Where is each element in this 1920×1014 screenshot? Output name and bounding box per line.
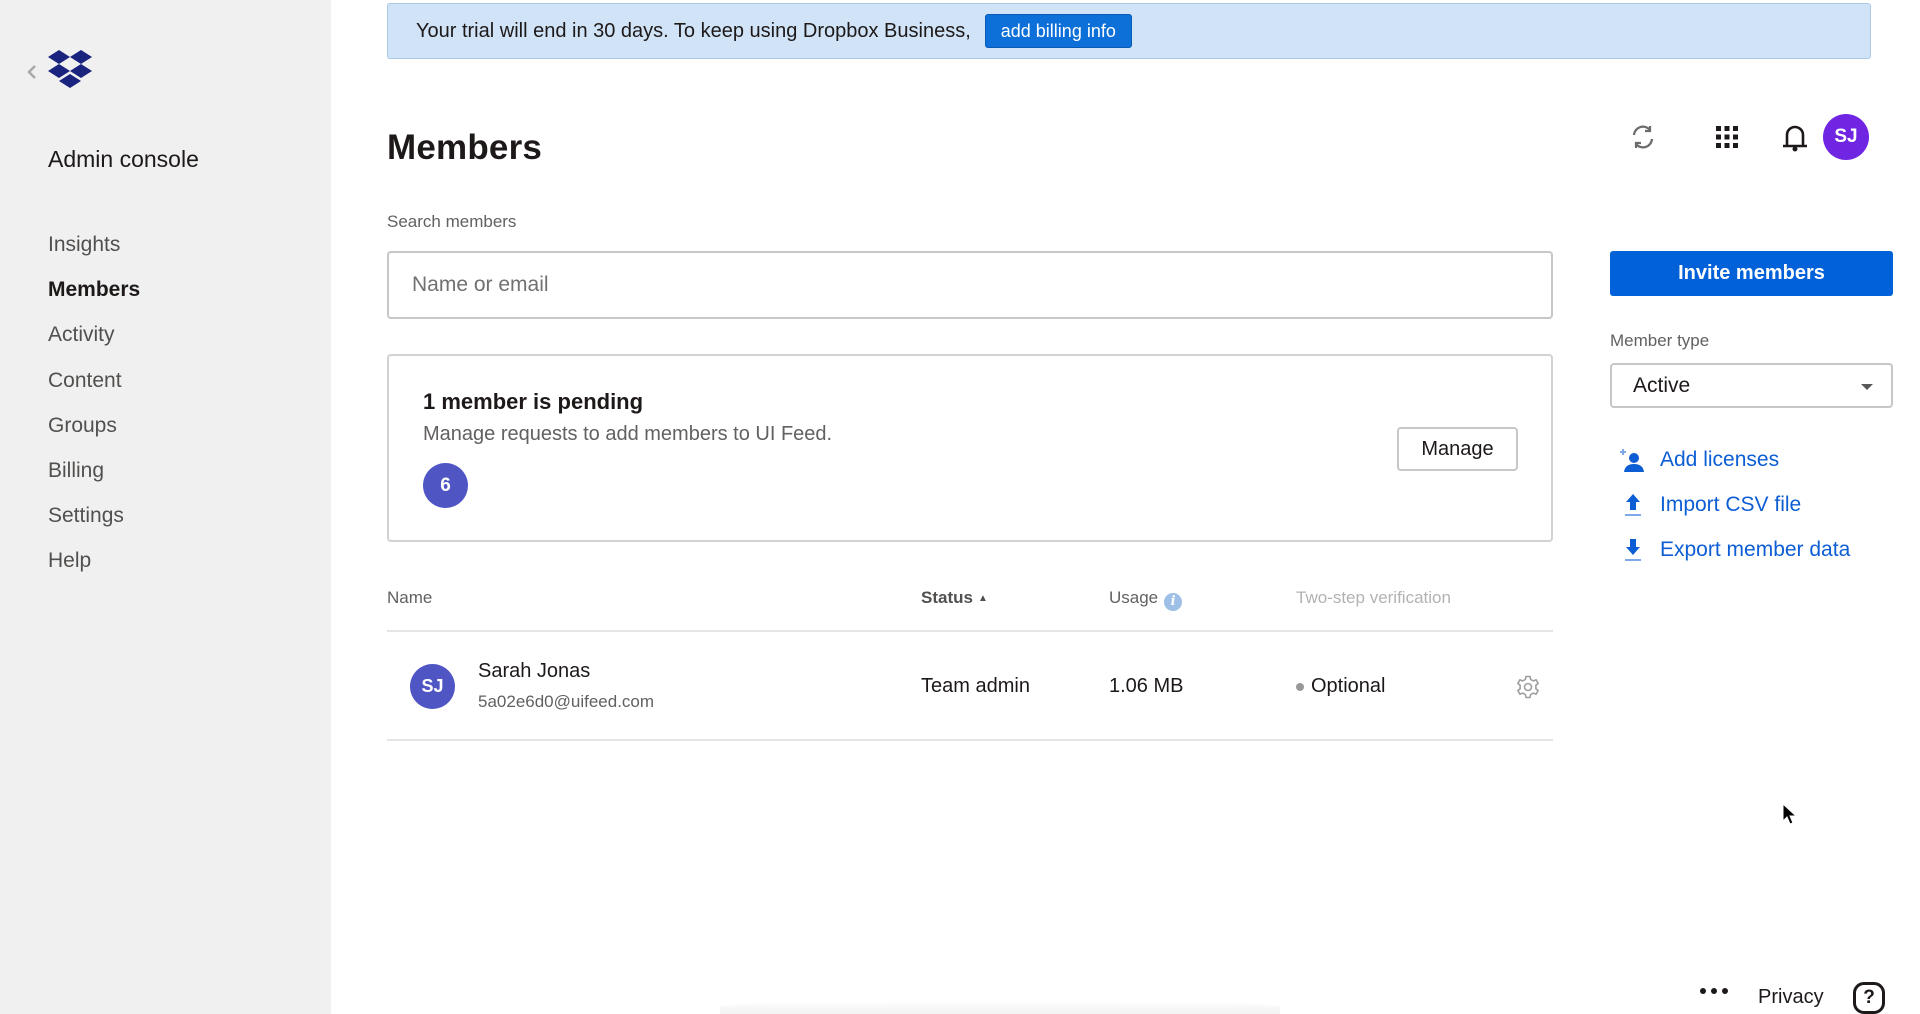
mouse-cursor-icon	[1782, 802, 1798, 827]
chevron-left-icon[interactable]	[26, 62, 40, 82]
member-two-step-value: Optional	[1311, 675, 1386, 697]
member-actions: Add licenses Import CSV file Export memb…	[1620, 437, 1850, 572]
import-csv-link[interactable]: Import CSV file	[1620, 482, 1850, 527]
member-usage: 1.06 MB	[1109, 675, 1184, 697]
more-options-icon[interactable]	[1700, 986, 1728, 996]
trial-banner-text: Your trial will end in 30 days. To keep …	[416, 19, 971, 42]
status-dot-icon	[1296, 682, 1304, 691]
gear-icon[interactable]	[1515, 674, 1541, 700]
export-member-data-label: Export member data	[1660, 537, 1851, 561]
add-licenses-label: Add licenses	[1660, 447, 1780, 471]
member-name[interactable]: Sarah Jonas	[478, 660, 590, 683]
dropbox-logo-icon[interactable]	[47, 50, 93, 90]
table-row[interactable]: SJ Sarah Jonas 5a02e6d0@uifeed.com Team …	[387, 632, 1553, 741]
trial-banner: Your trial will end in 30 days. To keep …	[387, 3, 1871, 59]
member-email: 5a02e6d0@uifeed.com	[478, 692, 655, 711]
member-two-step: Optional	[1296, 675, 1386, 698]
manage-button[interactable]: Manage	[1397, 427, 1518, 471]
sidebar-item-content[interactable]: Content	[48, 366, 140, 411]
sidebar-item-insights[interactable]: Insights	[48, 230, 140, 275]
add-licenses-link[interactable]: Add licenses	[1620, 437, 1850, 482]
help-icon[interactable]: ?	[1853, 982, 1885, 1014]
member-status: Team admin	[921, 675, 1030, 697]
sort-ascending-icon: ▲	[977, 593, 988, 604]
upload-icon	[1620, 492, 1646, 518]
caret-down-icon	[1861, 384, 1873, 390]
member-type-label: Member type	[1610, 331, 1710, 350]
sidebar-item-settings[interactable]: Settings	[48, 501, 140, 546]
sidebar-item-help[interactable]: Help	[48, 546, 140, 591]
export-member-data-link[interactable]: Export member data	[1620, 527, 1850, 572]
column-header-status[interactable]: Status ▲	[921, 588, 988, 608]
sidebar-item-billing[interactable]: Billing	[48, 456, 140, 501]
member-type-value: Active	[1633, 373, 1691, 397]
column-header-usage[interactable]: Usage i	[1109, 588, 1183, 611]
invite-members-button[interactable]: Invite members	[1610, 251, 1893, 296]
add-billing-info-button[interactable]: add billing info	[984, 14, 1132, 48]
privacy-link[interactable]: Privacy	[1758, 986, 1824, 1009]
download-icon	[1620, 537, 1646, 563]
bottom-shadow	[720, 1000, 1280, 1014]
sidebar: Admin console Insights Members Activity …	[0, 0, 331, 1014]
user-avatar[interactable]: SJ	[1823, 114, 1869, 160]
import-csv-label: Import CSV file	[1660, 492, 1802, 516]
table-header: Name Status ▲ Usage i Two-step verificatio…	[387, 580, 1553, 632]
search-label: Search members	[387, 212, 517, 231]
bell-icon[interactable]	[1772, 114, 1818, 160]
console-title: Admin console	[48, 146, 199, 172]
column-header-status-label: Status	[921, 588, 973, 607]
column-header-usage-label: Usage	[1109, 588, 1159, 607]
column-header-name[interactable]: Name	[387, 588, 432, 608]
member-type-dropdown[interactable]: Active	[1610, 363, 1893, 408]
members-table: Name Status ▲ Usage i Two-step verificatio…	[387, 580, 1553, 741]
pending-title: 1 member is pending	[423, 389, 644, 414]
search-members-input[interactable]	[387, 251, 1553, 319]
member-avatar: SJ	[410, 664, 455, 709]
sidebar-item-groups[interactable]: Groups	[48, 411, 140, 456]
app-grid-icon[interactable]	[1704, 114, 1750, 160]
column-header-two-step: Two-step verification	[1296, 588, 1451, 607]
pending-subtitle: Manage requests to add members to UI Fee…	[423, 423, 833, 445]
page-title: Members	[387, 128, 543, 167]
sidebar-nav: Insights Members Activity Content Groups…	[48, 230, 140, 592]
add-person-icon	[1620, 447, 1646, 473]
info-icon[interactable]: i	[1164, 593, 1183, 611]
sidebar-item-activity[interactable]: Activity	[48, 320, 140, 365]
pending-avatar-badge: 6	[423, 463, 468, 508]
pending-members-card: 1 member is pending Manage requests to a…	[387, 354, 1553, 542]
sidebar-item-members[interactable]: Members	[48, 275, 140, 320]
sync-icon[interactable]	[1620, 114, 1666, 160]
